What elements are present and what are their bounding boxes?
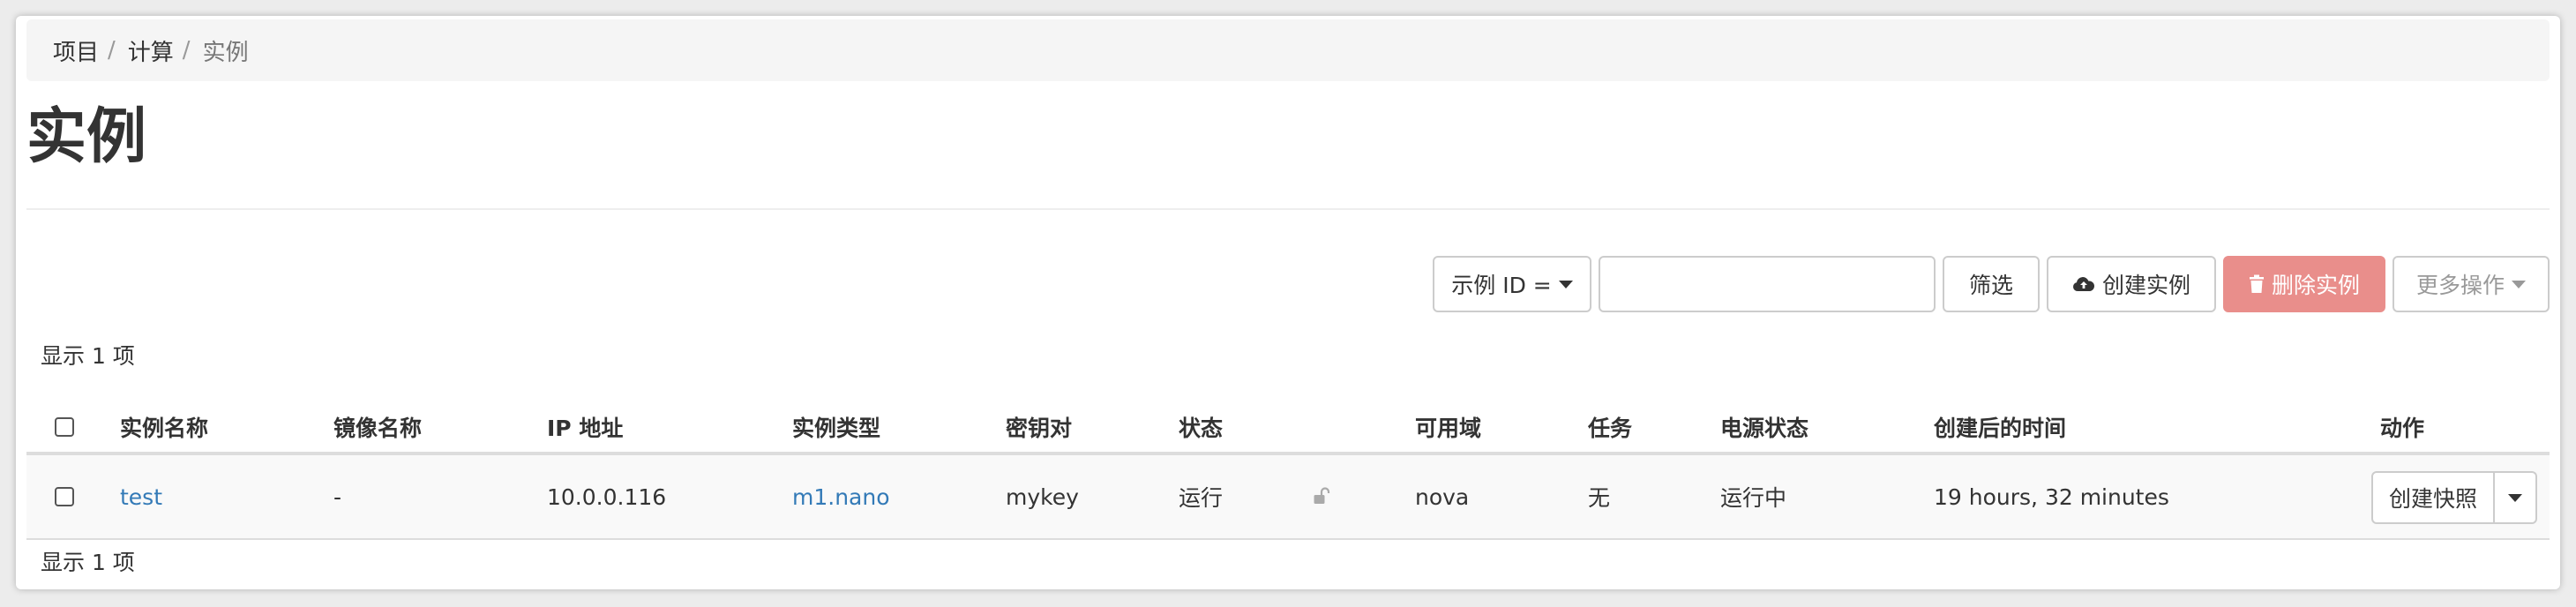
breadcrumb-separator: / xyxy=(108,37,116,64)
table-row: test - 10.0.0.116 m1.nano mykey 运行 nova … xyxy=(26,455,2550,540)
breadcrumb-item-compute[interactable]: 计算 xyxy=(128,34,174,67)
select-all-checkbox[interactable] xyxy=(55,417,74,437)
select-all-cell xyxy=(55,402,74,452)
launch-instance-label: 创建实例 xyxy=(2101,273,2190,298)
breadcrumb: 项目 / 计算 / 实例 xyxy=(26,19,2550,81)
filter-field-label: 示例 ID = xyxy=(1451,273,1552,298)
item-count-bottom: 显示 1 项 xyxy=(41,550,135,575)
column-header-power[interactable]: 电源状态 xyxy=(1720,402,1808,452)
breadcrumb-item-instances: 实例 xyxy=(202,39,249,66)
column-header-ip[interactable]: IP 地址 xyxy=(547,402,623,452)
image-name-cell: - xyxy=(333,483,342,510)
column-header-keypair[interactable]: 密钥对 xyxy=(1006,402,1072,452)
row-actions-dropdown-toggle[interactable] xyxy=(2495,471,2537,524)
unlock-icon xyxy=(1313,455,1332,538)
table-toolbar: 示例 ID = 筛选 创建实例 删除实例 更多操作 xyxy=(1433,256,2550,312)
item-count-top: 显示 1 项 xyxy=(41,343,135,369)
task-cell: 无 xyxy=(1588,485,1611,511)
column-header-az[interactable]: 可用域 xyxy=(1415,402,1481,452)
keypair-cell: mykey xyxy=(1006,483,1079,510)
caret-down-icon xyxy=(2512,280,2526,289)
row-select-cell xyxy=(55,455,74,538)
delete-instances-label: 删除实例 xyxy=(2271,273,2360,298)
divider xyxy=(26,208,2550,210)
row-checkbox[interactable] xyxy=(55,487,74,506)
column-header-status[interactable]: 状态 xyxy=(1179,402,1223,452)
cloud-upload-icon xyxy=(2072,277,2094,291)
column-header-flavor[interactable]: 实例类型 xyxy=(792,402,880,452)
power-state-cell: 运行中 xyxy=(1720,485,1787,511)
instances-panel: 项目 / 计算 / 实例 实例 示例 ID = 筛选 创建实例 删除实例 更多操… xyxy=(16,16,2560,589)
age-cell: 19 hours, 32 minutes xyxy=(1934,483,2169,510)
row-action-group: 创建快照 xyxy=(2371,471,2537,524)
breadcrumb-separator: / xyxy=(182,37,191,64)
flavor-link[interactable]: m1.nano xyxy=(792,455,890,538)
launch-instance-button[interactable]: 创建实例 xyxy=(2047,256,2216,312)
column-header-age[interactable]: 创建后的时间 xyxy=(1934,402,2066,452)
caret-down-icon xyxy=(1558,280,1573,289)
page-title: 实例 xyxy=(26,102,147,172)
column-header-actions: 动作 xyxy=(2380,416,2425,441)
filter-field-dropdown[interactable]: 示例 ID = xyxy=(1433,256,1591,312)
more-actions-button[interactable]: 更多操作 xyxy=(2393,256,2550,312)
filter-input[interactable] xyxy=(1599,256,1936,312)
ip-address-cell: 10.0.0.116 xyxy=(547,483,667,510)
trash-icon xyxy=(2249,274,2264,293)
availability-zone-cell: nova xyxy=(1415,483,1470,510)
column-header-name[interactable]: 实例名称 xyxy=(120,402,208,452)
more-actions-label: 更多操作 xyxy=(2415,273,2505,298)
column-header-image[interactable]: 镜像名称 xyxy=(333,402,422,452)
create-snapshot-button[interactable]: 创建快照 xyxy=(2371,471,2495,524)
instance-name-link[interactable]: test xyxy=(120,455,162,538)
status-cell: 运行 xyxy=(1179,485,1224,511)
table-header: 实例名称 镜像名称 IP 地址 实例类型 密钥对 状态 可用域 任务 电源状态 … xyxy=(26,402,2550,455)
column-header-task[interactable]: 任务 xyxy=(1588,402,1632,452)
filter-button[interactable]: 筛选 xyxy=(1943,256,2040,312)
delete-instances-button[interactable]: 删除实例 xyxy=(2223,256,2385,312)
breadcrumb-item-project[interactable]: 项目 xyxy=(53,34,99,67)
caret-down-icon xyxy=(2508,493,2522,502)
